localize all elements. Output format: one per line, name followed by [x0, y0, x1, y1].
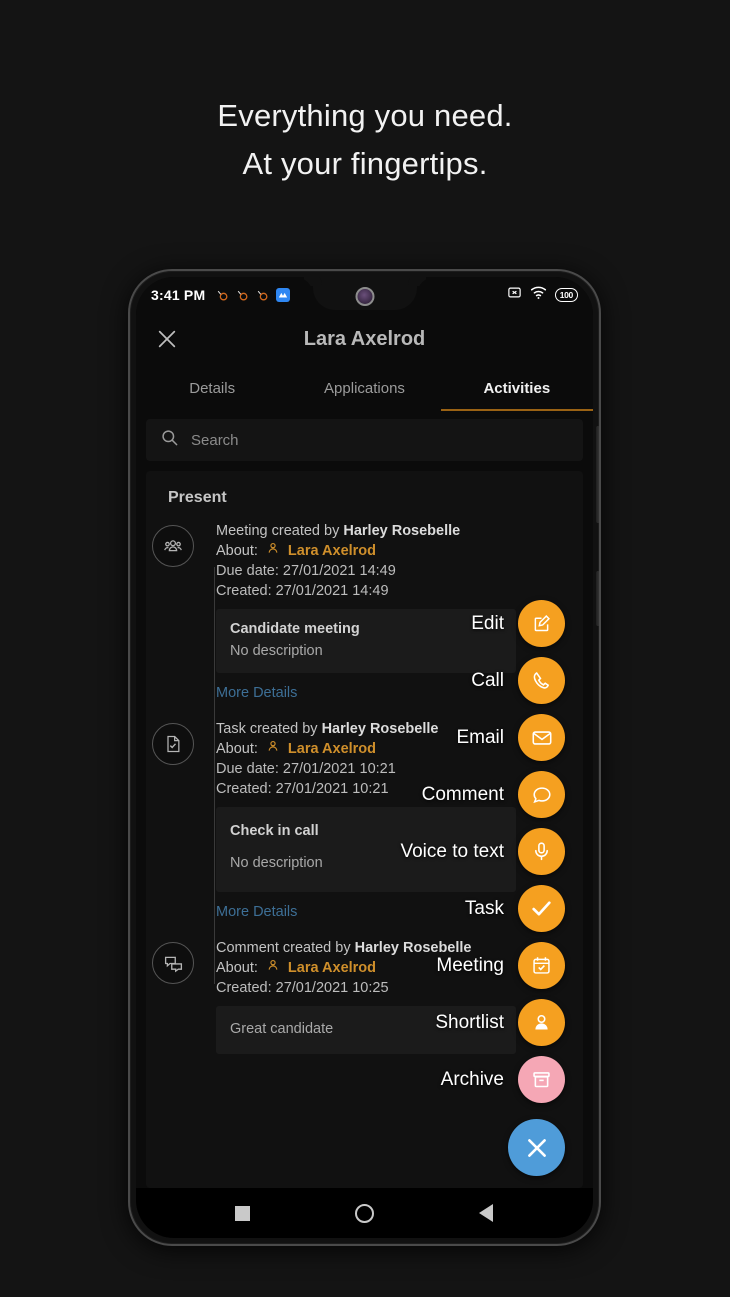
speed-dial-item-archive[interactable]: Archive: [441, 1056, 565, 1103]
timeline-bullet: [146, 934, 200, 1054]
entry-about-label: About:: [216, 543, 258, 559]
phone-icon[interactable]: [518, 657, 565, 704]
speed-dial-item-email[interactable]: Email: [456, 714, 565, 761]
phone-screen-bezel: 3:41 PM 100 Lara Axelrod Details Applica…: [136, 277, 593, 1238]
person-icon: [266, 958, 280, 978]
envelope-icon[interactable]: [518, 714, 565, 761]
battery-icon: 100: [554, 288, 578, 302]
headline-line-2: At your fingertips.: [242, 146, 488, 181]
speed-dial-label: Shortlist: [435, 1011, 504, 1033]
entry-about-label: About:: [216, 741, 258, 757]
app-screen: 3:41 PM 100 Lara Axelrod Details Applica…: [136, 277, 593, 1238]
calendar-check-icon[interactable]: [518, 942, 565, 989]
entry-about-row: About: Lara Axelrod: [216, 541, 573, 561]
speed-dial-label: Email: [456, 726, 504, 748]
search-container: Search: [136, 411, 593, 471]
volume-button[interactable]: [596, 426, 599, 523]
comment-icon[interactable]: [518, 771, 565, 818]
notification-icon: [256, 289, 269, 302]
android-nav-bar: [136, 1188, 593, 1238]
edit-icon[interactable]: [518, 600, 565, 647]
app-bar: Lara Axelrod: [136, 313, 593, 365]
notification-icon: [236, 289, 249, 302]
speed-dial-item-task[interactable]: Task: [465, 885, 565, 932]
speed-dial-item-call[interactable]: Call: [471, 657, 565, 704]
entry-about-name[interactable]: Lara Axelrod: [288, 958, 376, 978]
power-button[interactable]: [596, 571, 599, 626]
status-time: 3:41 PM: [151, 287, 206, 303]
promo-headline: Everything you need. At your fingertips.: [0, 92, 730, 188]
tab-applications[interactable]: Applications: [288, 365, 440, 411]
timeline-bullet: [146, 517, 200, 711]
tab-activities[interactable]: Activities: [440, 365, 593, 411]
speed-dial-label: Task: [464, 897, 504, 919]
speed-dial-item-edit[interactable]: Edit: [471, 600, 565, 647]
speed-dial-item-voice-to-text[interactable]: Voice to text: [400, 828, 565, 875]
entry-author: Harley Rosebelle: [343, 523, 461, 539]
entry-about-name[interactable]: Lara Axelrod: [288, 541, 376, 561]
chat-bubbles-icon: [152, 942, 194, 984]
tab-bar: Details Applications Activities: [136, 365, 593, 411]
app-icon: [276, 288, 291, 302]
entry-created-by: Meeting created by Harley Rosebelle: [216, 521, 573, 541]
status-notification-icons: [216, 288, 291, 302]
close-icon[interactable]: [508, 1119, 565, 1176]
timeline-bullet: [146, 715, 200, 930]
search-placeholder: Search: [191, 431, 239, 449]
entry-created-by-prefix: Meeting created by: [216, 523, 344, 539]
entry-created-by-prefix: Task created by: [216, 721, 322, 737]
person-icon: [266, 739, 280, 759]
tab-details[interactable]: Details: [136, 365, 288, 411]
task-document-icon: [152, 723, 194, 765]
speed-dial-label: Voice to text: [400, 840, 504, 862]
headline-line-1: Everything you need.: [217, 98, 513, 133]
entry-due-date: Due date: 27/01/2021 14:49: [216, 563, 396, 579]
triangle-back-icon[interactable]: [466, 1193, 506, 1233]
speed-dial-item-shortlist[interactable]: Shortlist: [435, 999, 565, 1046]
section-title: Present: [168, 489, 227, 506]
wifi-icon: [530, 285, 547, 305]
entry-about-label: About:: [216, 960, 258, 976]
entry-created-by-prefix: Comment created by: [216, 940, 355, 956]
search-input[interactable]: Search: [146, 419, 583, 461]
activities-panel: Present Meeting created by Harley Rosebe…: [146, 471, 583, 1188]
speed-dial-label: Edit: [471, 612, 504, 634]
person-icon: [266, 541, 280, 561]
page-title: Lara Axelrod: [303, 327, 426, 350]
close-icon[interactable]: [154, 326, 180, 352]
group-icon: [152, 525, 194, 567]
speed-dial-item-meeting[interactable]: Meeting: [436, 942, 565, 989]
archive-icon[interactable]: [518, 1056, 565, 1103]
speed-dial-label: Archive: [440, 1068, 504, 1090]
speed-dial-menu: Edit Call Email Comment Voice to text Ta…: [400, 600, 565, 1176]
notification-icon: [216, 289, 229, 302]
speed-dial-label: Comment: [421, 783, 504, 805]
mic-icon[interactable]: [518, 828, 565, 875]
speed-dial-label: Meeting: [436, 954, 504, 976]
speed-dial-toggle[interactable]: [508, 1113, 565, 1176]
circle-icon[interactable]: [344, 1193, 384, 1233]
status-system-icons: 100: [507, 285, 578, 305]
entry-created-date: Created: 27/01/2021 14:49: [216, 583, 389, 599]
speed-dial-item-comment[interactable]: Comment: [422, 771, 565, 818]
check-icon[interactable]: [518, 885, 565, 932]
status-bar: 3:41 PM 100: [136, 277, 593, 313]
square-icon[interactable]: [223, 1193, 263, 1233]
no-sim-icon: [507, 285, 522, 305]
search-icon: [160, 428, 179, 452]
speed-dial-label: Call: [471, 669, 504, 691]
person-icon[interactable]: [518, 999, 565, 1046]
entry-about-name[interactable]: Lara Axelrod: [288, 739, 376, 759]
phone-frame: 3:41 PM 100 Lara Axelrod Details Applica…: [128, 269, 601, 1246]
